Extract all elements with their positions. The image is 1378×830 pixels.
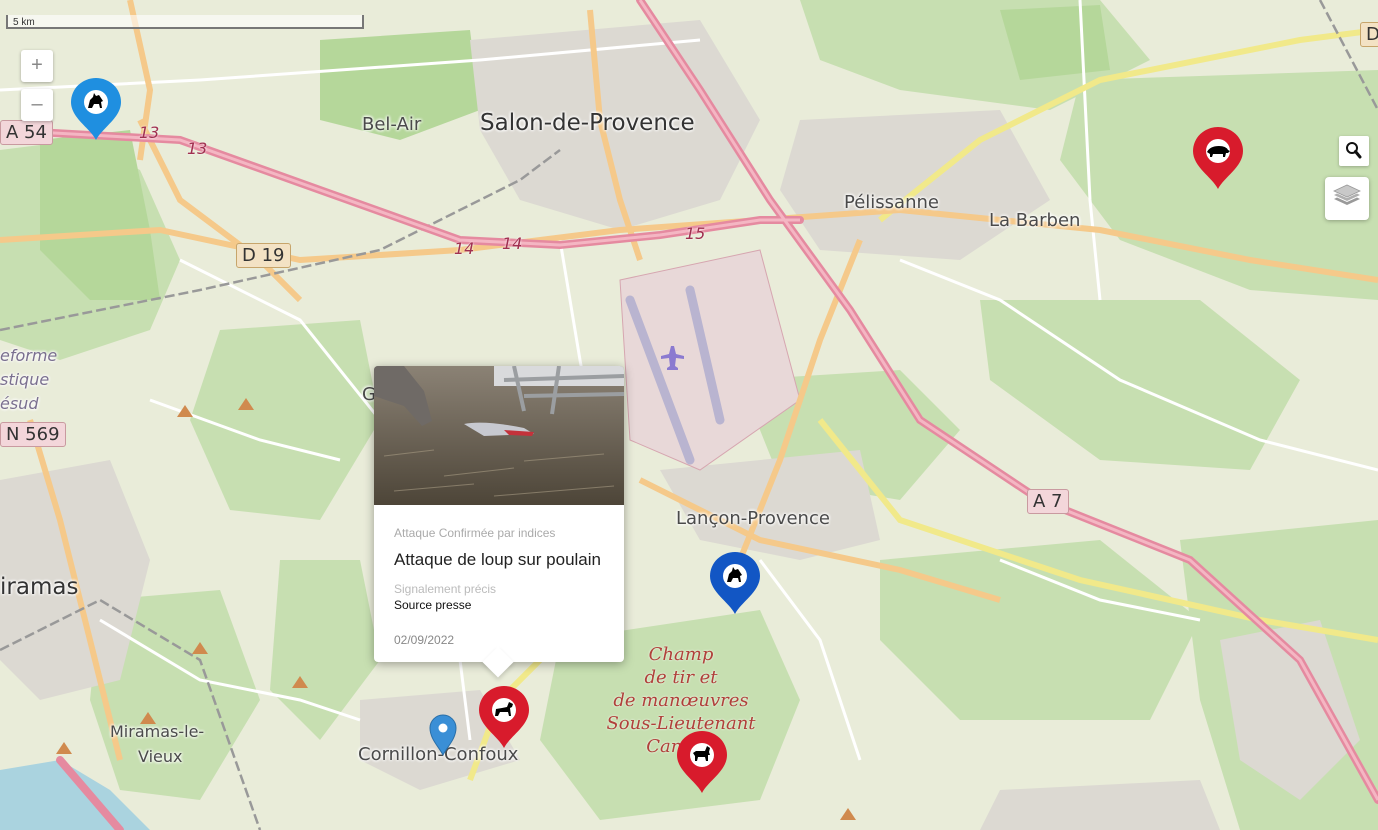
marker-wolf-blue-lancon[interactable] — [709, 552, 761, 616]
place-salon-de-provence: Salon-de-Provence — [480, 110, 695, 136]
place-reforme-line3: ésud — [0, 394, 39, 413]
exit-13-label: 13 — [139, 123, 160, 142]
exit-15-label: 15 — [685, 224, 706, 243]
exit-13-label: 13 — [187, 139, 208, 158]
attack-photo[interactable] — [374, 366, 624, 505]
source-label: Source presse — [394, 598, 472, 612]
road-shield-d-partial: D — [1360, 22, 1378, 47]
layers-icon — [1333, 184, 1361, 205]
search-button[interactable] — [1339, 136, 1369, 166]
map-marker-icon — [710, 552, 760, 614]
map-marker-icon — [677, 731, 727, 793]
road-shield-a54: A 54 — [0, 120, 53, 145]
road-shield-n569: N 569 — [0, 422, 66, 447]
exit-14-label: 14 — [454, 239, 475, 258]
place-miramas-le-vieux-line1: Miramas-le- — [110, 722, 205, 741]
place-miramas-le-vieux-line2: Vieux — [138, 747, 183, 766]
zoom-in-button[interactable]: + — [21, 50, 53, 82]
popup-body: Attaque Confirmée par indices Attaque de… — [374, 526, 624, 647]
military-line: de manœuvres — [613, 690, 749, 711]
layers-button[interactable] — [1325, 177, 1369, 220]
place-reforme-line2: stique — [0, 370, 50, 389]
attack-status: Attaque Confirmée par indices — [394, 526, 556, 540]
attack-date: 02/09/2022 — [394, 633, 455, 647]
place-lancon-provence: Lançon-Provence — [676, 508, 830, 529]
map-marker-icon — [71, 78, 121, 140]
place-miramas: iramas — [0, 574, 79, 600]
scale-bar: 5 km — [6, 15, 364, 29]
attack-title: Attaque de loup sur poulain — [394, 550, 601, 569]
military-line: Champ — [648, 644, 714, 665]
road-shield-d19: D 19 — [236, 243, 291, 268]
place-pelissanne: Pélissanne — [844, 192, 939, 213]
marker-horse-red-cornillon[interactable] — [478, 686, 530, 750]
exit-14-label: 14 — [502, 234, 523, 253]
scale-label: 5 km — [13, 17, 35, 28]
place-bel-air: Bel-Air — [362, 114, 422, 135]
military-line: de tir et — [644, 667, 718, 688]
attack-popup: Attaque Confirmée par indices Attaque de… — [374, 366, 624, 678]
zoom-out-button[interactable]: – — [21, 89, 53, 121]
map-marker-icon — [479, 686, 529, 748]
road-shield-a7: A 7 — [1027, 489, 1069, 514]
place-reforme-line1: eforme — [0, 346, 58, 365]
marker-location-small-blue[interactable] — [429, 714, 457, 757]
marker-wolf-blue-nw[interactable] — [70, 78, 122, 142]
marker-goat-red-camp[interactable] — [676, 731, 728, 795]
map-marker-icon — [1193, 127, 1243, 189]
place-la-barben: La Barben — [989, 210, 1081, 231]
precision-label: Signalement précis — [394, 582, 497, 596]
location-pin-icon — [429, 714, 457, 757]
marker-boar-red-ne[interactable] — [1192, 127, 1244, 191]
search-icon — [1346, 142, 1362, 159]
